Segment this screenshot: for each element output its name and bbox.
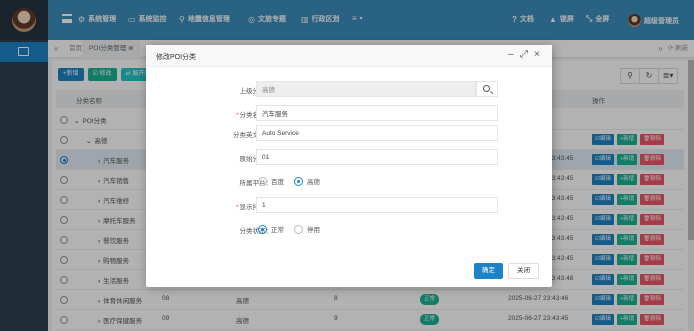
english-name-input[interactable] xyxy=(256,125,498,141)
search-icon xyxy=(483,85,490,92)
status-radio-normal[interactable]: 正常 xyxy=(258,224,284,234)
field-original-code: 原始分类： xyxy=(146,149,552,165)
dialog-header: 修改POI分类 – ⤢ × xyxy=(146,45,552,67)
close-button[interactable]: 关闭 xyxy=(508,263,539,279)
field-english-name: 分类英文名： xyxy=(146,125,552,141)
original-code-input[interactable] xyxy=(256,149,498,165)
status-radio-disabled[interactable]: 停用 xyxy=(294,224,320,234)
dialog-title: 修改POI分类 xyxy=(156,54,197,61)
maximize-icon[interactable]: ⤢ xyxy=(520,49,528,60)
edit-poi-category-dialog: 修改POI分类 – ⤢ × 上级分类： *分类名称： 分类英文名： 原始分类： … xyxy=(146,45,552,287)
field-status: 分类状态： 正常 停用 xyxy=(146,221,552,237)
minimize-icon[interactable]: – xyxy=(508,49,514,60)
status-radio-group: 正常 停用 xyxy=(258,224,320,234)
confirm-button[interactable]: 确定 xyxy=(474,263,503,279)
field-parent-category: 上级分类： xyxy=(146,81,552,97)
close-icon[interactable]: × xyxy=(534,49,540,60)
platform-radio-group: 百度 高德 xyxy=(258,176,320,186)
parent-category-input[interactable] xyxy=(256,81,476,97)
field-sort-order: *显示排序： xyxy=(146,197,552,213)
sort-order-input[interactable] xyxy=(256,197,498,213)
category-name-input[interactable] xyxy=(256,105,498,121)
dialog-footer: 确定 关闭 xyxy=(146,257,552,287)
platform-radio-baidu[interactable]: 百度 xyxy=(258,176,284,186)
field-category-name: *分类名称： xyxy=(146,105,552,121)
field-platform: 所属平台： 百度 高德 xyxy=(146,173,552,189)
platform-radio-gaode[interactable]: 高德 xyxy=(294,176,320,186)
parent-search-button[interactable] xyxy=(476,81,498,97)
